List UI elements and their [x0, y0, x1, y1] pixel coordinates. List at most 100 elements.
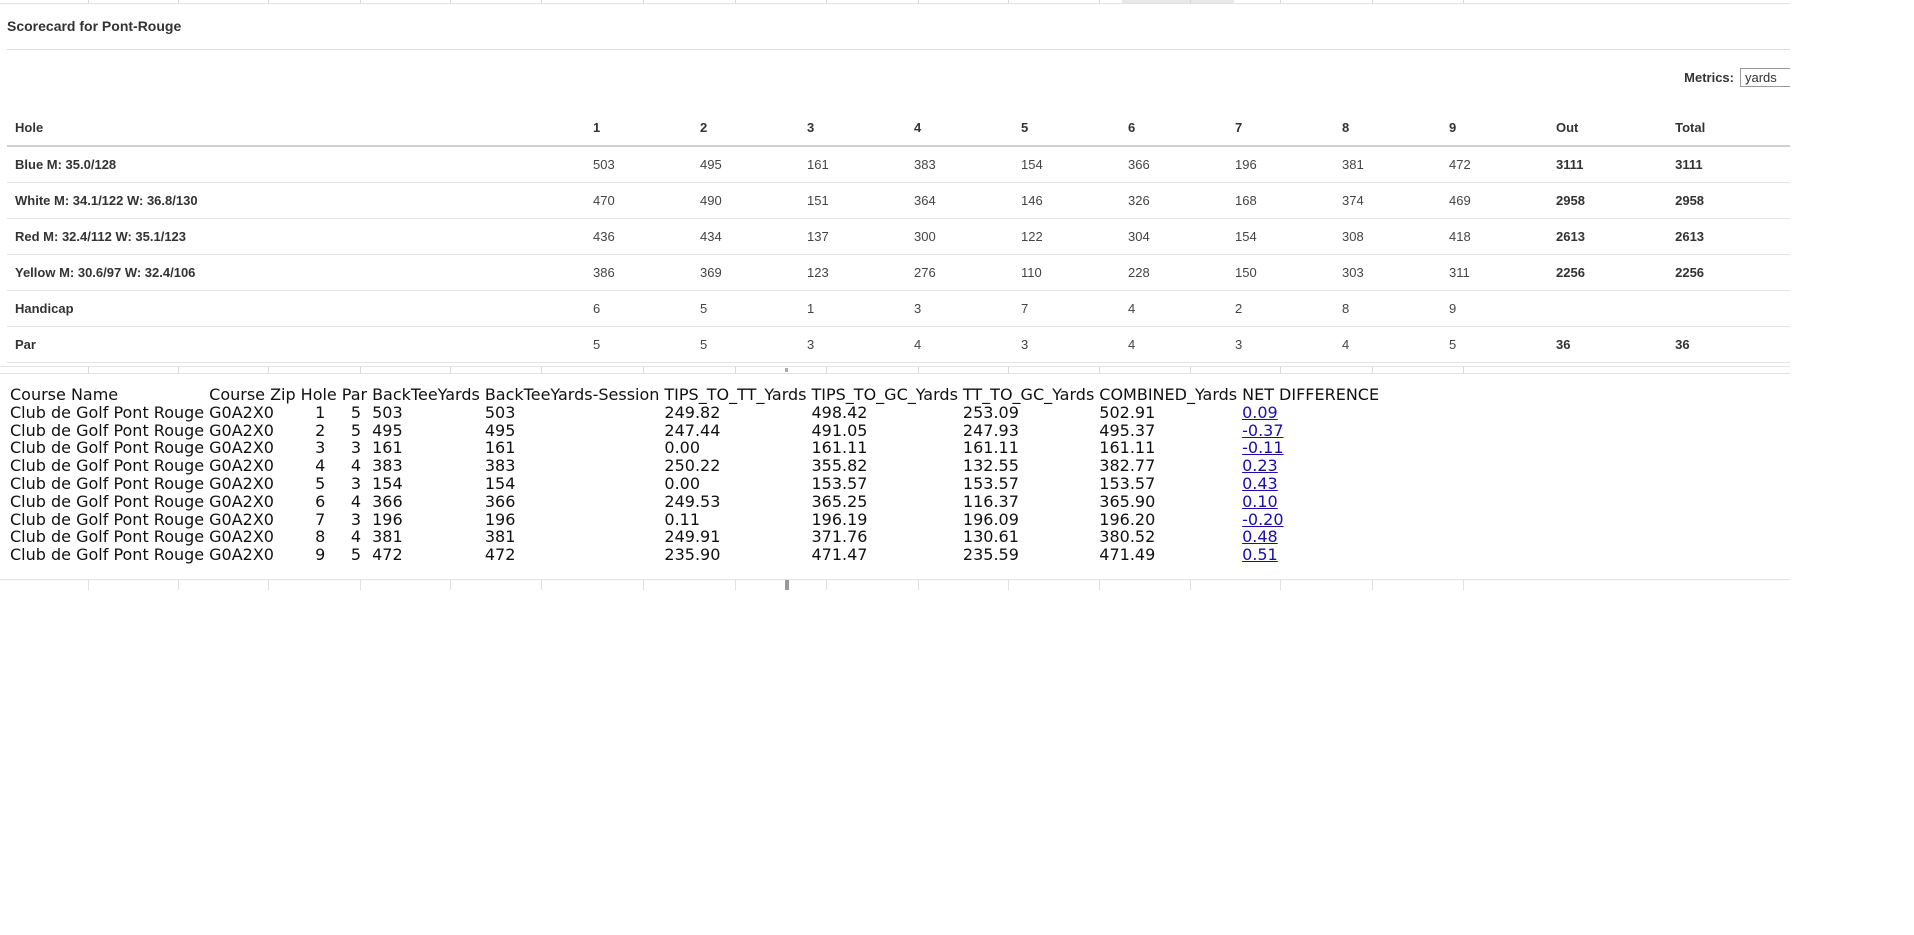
resize-handle[interactable]: [785, 368, 788, 372]
data-row: Club de Golf Pont Rouge G0A2X0 9 5 472 472 235…: [10, 546, 1384, 564]
data-cell: 0.48: [1242, 528, 1384, 546]
scorecard-total-cell: 3111: [1667, 146, 1790, 183]
data-cell: 498.42: [811, 402, 868, 422]
scorecard-cell: 146: [1013, 182, 1120, 219]
data-row: Club de Golf Pont Rouge G0A2X0 8 4 381 381 249…: [10, 528, 1384, 546]
data-column-header: Course Zip: [209, 385, 296, 404]
data-cell: Club de Golf Pont Rouge: [10, 402, 205, 422]
scorecard-cell: 5: [1441, 326, 1548, 363]
data-cell: 0.00: [664, 438, 701, 458]
scorecard-row: Blue M: 35.0/128 503 495 161 383 154 366 196 381…: [7, 146, 1790, 183]
bottom-grid-rule: [0, 579, 1790, 590]
data-cell: 5: [350, 402, 362, 422]
data-cell: 366: [484, 491, 516, 511]
data-output-area: Course Name Course Zip Hole Par BackTeeYards…: [10, 386, 1384, 564]
data-cell: 161.11: [1099, 438, 1156, 458]
data-column-header: TIPS_TO_GC_Yards: [811, 385, 958, 404]
scorecard-row-label: Red M: 32.4/112 W: 35.1/123: [7, 218, 585, 255]
scorecard-cell: 304: [1120, 218, 1227, 255]
scorecard-header-cell: Hole: [7, 110, 585, 147]
data-row: Club de Golf Pont Rouge G0A2X0 6 4 366 366 249…: [10, 491, 1384, 511]
scorecard-header-row: Hole 1 2 3 4 5 6 7 8 9 Out Total: [7, 110, 1790, 147]
data-cell: G0A2X0: [209, 420, 274, 440]
metrics-select[interactable]: yards: [1740, 68, 1790, 87]
data-cell: 235.59: [962, 545, 1019, 565]
net-difference-link[interactable]: 0.23: [1242, 456, 1278, 475]
data-cell: 381: [372, 527, 403, 547]
net-difference-link[interactable]: 0.48: [1242, 527, 1278, 546]
grid-tick: [643, 580, 644, 590]
scorecard-cell: 5: [692, 290, 799, 327]
data-cell: Club de Golf Pont Rouge: [10, 509, 205, 529]
scorecard-row: Yellow M: 30.6/97 W: 32.4/106 386 369 123 27…: [7, 254, 1790, 291]
scorecard-cell: 9: [1441, 290, 1548, 327]
scorecard-cell: 490: [692, 182, 799, 219]
scorecard-cell: 303: [1334, 254, 1441, 291]
data-cell: 7: [315, 509, 326, 529]
data-cell: 196: [372, 509, 403, 529]
scroll-handle[interactable]: [785, 580, 789, 590]
scorecard-header-cell: 4: [906, 110, 1013, 147]
data-header-row: Course Name Course Zip Hole Par BackTeeYards…: [10, 386, 1384, 404]
data-cell: 503: [372, 402, 403, 422]
course-data-table: Course Name Course Zip Hole Par BackTeeYards…: [10, 386, 1384, 564]
data-cell: 0.09: [1242, 403, 1384, 422]
scorecard-cell: 472: [1441, 146, 1548, 183]
scorecard-cell: 3: [1013, 326, 1120, 363]
data-cell: 495: [372, 420, 403, 440]
data-cell: G0A2X0: [209, 438, 274, 458]
data-column-header: Par: [341, 385, 368, 404]
scorecard-cell: 381: [1334, 146, 1441, 183]
net-difference-link[interactable]: -0.20: [1242, 510, 1283, 529]
scorecard-cell: 364: [906, 182, 1013, 219]
data-cell: 0.51: [1242, 546, 1384, 564]
scorecard-cell: 154: [1227, 218, 1334, 255]
scorecard-row-label: Handicap: [7, 290, 585, 327]
scorecard-cell: 3: [1227, 326, 1334, 363]
data-cell: Club de Golf Pont Rouge: [10, 545, 205, 565]
data-column-header: NET DIFFERENCE: [1242, 385, 1380, 404]
data-cell: 4: [350, 527, 362, 547]
data-cell: 383: [484, 456, 516, 476]
scorecard-out-cell: [1548, 290, 1668, 327]
data-cell: 249.53: [664, 491, 721, 511]
data-cell: 9: [315, 545, 326, 565]
data-cell: G0A2X0: [209, 509, 274, 529]
scorecard-row-label: Blue M: 35.0/128: [7, 146, 585, 183]
net-difference-link[interactable]: 0.51: [1242, 545, 1278, 564]
data-cell: Club de Golf Pont Rouge: [10, 420, 205, 440]
metrics-control: Metrics: yards: [1684, 68, 1790, 87]
scorecard-cell: 5: [692, 326, 799, 363]
scorecard-cell: 3: [799, 326, 906, 363]
net-difference-link[interactable]: -0.37: [1242, 421, 1283, 440]
data-cell: 247.93: [962, 420, 1019, 440]
scorecard-row: Red M: 32.4/112 W: 35.1/123 436 434 137 300 1…: [7, 218, 1790, 255]
scorecard-cell: 326: [1120, 182, 1227, 219]
data-cell: 116.37: [962, 491, 1019, 511]
data-cell: 153.57: [962, 473, 1019, 493]
data-cell: -0.11: [1242, 439, 1384, 457]
net-difference-link[interactable]: 0.09: [1242, 403, 1278, 422]
data-cell: 161.11: [962, 438, 1019, 458]
data-cell: 380.52: [1099, 527, 1156, 547]
page-title: Scorecard for Pont-Rouge: [7, 18, 182, 34]
data-cell: 247.44: [664, 420, 721, 440]
data-cell: -0.20: [1242, 510, 1384, 529]
net-difference-link[interactable]: 0.43: [1242, 474, 1278, 493]
scorecard-cell: 161: [799, 146, 906, 183]
scorecard-cell: 3: [906, 290, 1013, 327]
net-difference-link[interactable]: 0.10: [1242, 492, 1278, 511]
scorecard-cell: 196: [1227, 146, 1334, 183]
grid-tick: [1463, 580, 1464, 590]
data-column-header: TIPS_TO_TT_Yards: [664, 385, 807, 404]
scorecard-cell: 311: [1441, 254, 1548, 291]
metrics-label: Metrics:: [1684, 70, 1734, 85]
data-cell: G0A2X0: [209, 473, 274, 493]
data-cell: 5: [315, 473, 326, 493]
net-difference-link[interactable]: -0.11: [1242, 438, 1283, 457]
grid-tick: [178, 367, 179, 373]
scorecard-cell: 137: [799, 218, 906, 255]
data-cell: 153.57: [1099, 473, 1156, 493]
data-row: Club de Golf Pont Rouge G0A2X0 7 3 196 196 0.1…: [10, 509, 1384, 529]
data-cell: 495: [484, 420, 516, 440]
